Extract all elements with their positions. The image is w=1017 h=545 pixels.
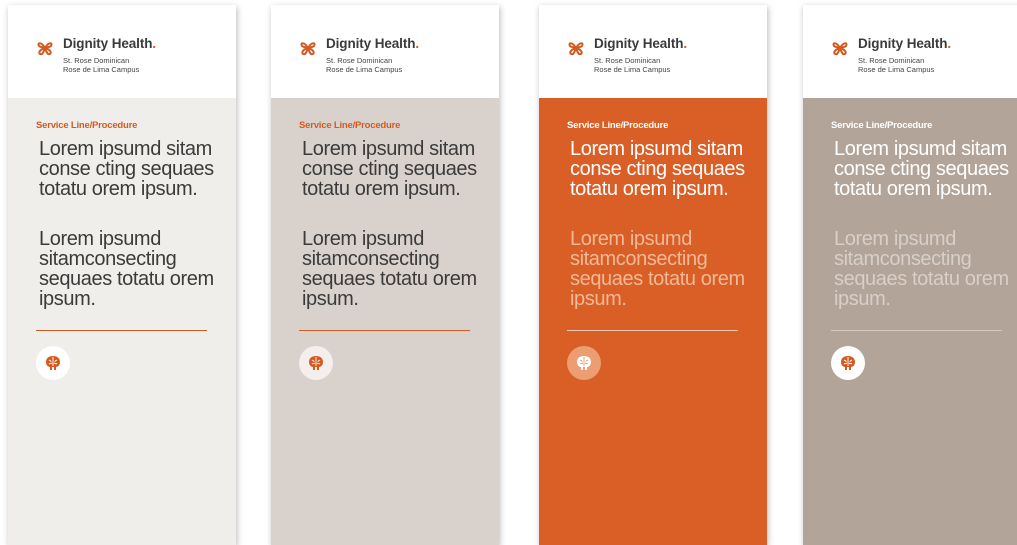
campus-subtitle: St. Rose Dominican Rose de Lima Campus: [858, 56, 935, 74]
body-paragraph: Lorem ipsumd sitamconsecting sequaes tot…: [302, 228, 477, 310]
banner-taupe: Dignity Health. St. Rose Dominican Rose …: [803, 5, 1017, 545]
banner-body: Service Line/Procedure Lorem ipsumd sita…: [539, 98, 767, 545]
brain-icon: [36, 346, 70, 380]
campus-subtitle: St. Rose Dominican Rose de Lima Campus: [594, 56, 671, 74]
body-paragraph: Lorem ipsumd sitamconsecting sequaes tot…: [39, 228, 214, 310]
brain-icon: [299, 346, 333, 380]
divider: [36, 330, 207, 331]
dignity-health-logo-icon: [565, 37, 587, 59]
banner-header: Dignity Health. St. Rose Dominican Rose …: [539, 5, 767, 98]
brand-name: Dignity Health.: [326, 36, 420, 51]
service-line-label: Service Line/Procedure: [299, 120, 401, 131]
service-line-label: Service Line/Procedure: [36, 120, 138, 131]
brand-name: Dignity Health.: [63, 36, 157, 51]
headline-paragraph: Lorem ipsumd sitam conse cting sequaes t…: [570, 138, 745, 200]
banner-body: Service Line/Procedure Lorem ipsumd sita…: [8, 98, 236, 545]
brain-icon: [567, 346, 601, 380]
dignity-health-logo-icon: [34, 37, 56, 59]
campus-subtitle: St. Rose Dominican Rose de Lima Campus: [326, 56, 403, 74]
banner-header: Dignity Health. St. Rose Dominican Rose …: [8, 5, 236, 98]
headline-paragraph: Lorem ipsumd sitam conse cting sequaes t…: [302, 138, 477, 200]
body-paragraph: Lorem ipsumd sitamconsecting sequaes tot…: [570, 228, 745, 310]
campus-subtitle: St. Rose Dominican Rose de Lima Campus: [63, 56, 140, 74]
headline-paragraph: Lorem ipsumd sitam conse cting sequaes t…: [39, 138, 214, 200]
brand-name: Dignity Health.: [858, 36, 952, 51]
banner-orange: Dignity Health. St. Rose Dominican Rose …: [539, 5, 767, 545]
banner-body: Service Line/Procedure Lorem ipsumd sita…: [803, 98, 1017, 545]
dignity-health-logo-icon: [829, 37, 851, 59]
banner-header: Dignity Health. St. Rose Dominican Rose …: [271, 5, 499, 98]
service-line-label: Service Line/Procedure: [831, 120, 933, 131]
divider: [299, 330, 470, 331]
divider: [831, 330, 1002, 331]
banner-beige: Dignity Health. St. Rose Dominican Rose …: [271, 5, 499, 545]
banner-header: Dignity Health. St. Rose Dominican Rose …: [803, 5, 1017, 98]
divider: [567, 330, 738, 331]
service-line-label: Service Line/Procedure: [567, 120, 669, 131]
headline-paragraph: Lorem ipsumd sitam conse cting sequaes t…: [834, 138, 1009, 200]
banner-light: Dignity Health. St. Rose Dominican Rose …: [8, 5, 236, 545]
brand-name: Dignity Health.: [594, 36, 688, 51]
dignity-health-logo-icon: [297, 37, 319, 59]
brain-icon: [831, 346, 865, 380]
body-paragraph: Lorem ipsumd sitamconsecting sequaes tot…: [834, 228, 1009, 310]
banner-body: Service Line/Procedure Lorem ipsumd sita…: [271, 98, 499, 545]
